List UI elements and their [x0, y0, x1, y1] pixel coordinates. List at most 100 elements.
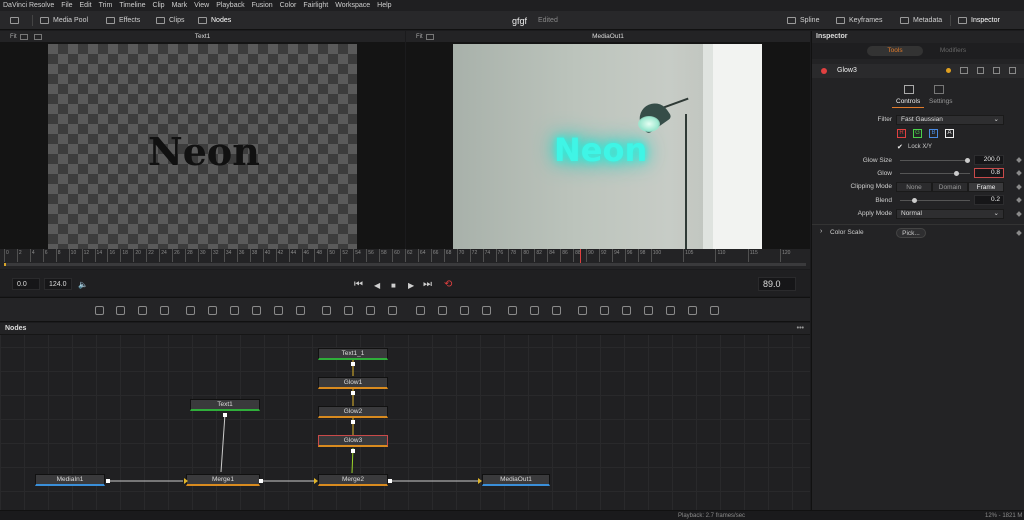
color-scale-expander[interactable]: › — [820, 228, 822, 235]
tool-icon[interactable] — [366, 306, 375, 315]
keyframe-diamond-icon[interactable] — [1016, 197, 1022, 203]
keyframe-diamond-icon[interactable] — [1016, 230, 1022, 236]
clipping-none-option[interactable]: None — [896, 182, 932, 192]
tool-icon[interactable] — [552, 306, 561, 315]
clipping-domain-option[interactable]: Domain — [932, 182, 968, 192]
keyframe-diamond-icon[interactable] — [1016, 157, 1022, 163]
tool-icon[interactable] — [600, 306, 609, 315]
node-merge1[interactable]: Merge1 — [186, 474, 260, 486]
keyframes-button[interactable]: Keyframes — [836, 15, 882, 26]
node-merge2[interactable]: Merge2 — [318, 474, 388, 486]
merge1-background-port[interactable] — [184, 478, 188, 484]
menu-item-timeline[interactable]: Timeline — [119, 2, 145, 9]
node-glow2[interactable]: Glow2 — [318, 406, 388, 418]
filter-dropdown[interactable]: Fast Gaussian ⌄ — [896, 115, 1004, 125]
menu-item-fairlight[interactable]: Fairlight — [303, 2, 328, 9]
menu-item-view[interactable]: View — [194, 2, 209, 9]
node-mediaout1[interactable]: MediaOut1 — [482, 474, 550, 486]
tool-icon[interactable] — [688, 306, 697, 315]
tool-icon[interactable] — [508, 306, 517, 315]
output-port[interactable] — [259, 479, 263, 483]
menu-item-edit[interactable]: Edit — [80, 2, 92, 9]
stop-button[interactable]: ■ — [391, 281, 396, 290]
tool-icon[interactable] — [710, 306, 719, 315]
lock-icon[interactable] — [993, 67, 1000, 74]
merge2-background-port[interactable] — [314, 478, 318, 484]
reset-icon[interactable] — [1009, 67, 1016, 74]
menu-item-color[interactable]: Color — [280, 2, 297, 9]
output-port[interactable] — [351, 391, 355, 395]
output-port[interactable] — [351, 449, 355, 453]
tool-icon[interactable] — [160, 306, 169, 315]
output-port[interactable] — [223, 413, 227, 417]
menu-item-trim[interactable]: Trim — [99, 2, 113, 9]
tool-icon[interactable] — [416, 306, 425, 315]
glow-slider[interactable] — [900, 173, 970, 174]
tool-icon[interactable] — [322, 306, 331, 315]
channel-r-toggle[interactable]: R — [897, 129, 906, 138]
glow-size-slider[interactable] — [900, 160, 970, 161]
node-glow3[interactable]: Glow3 — [318, 435, 388, 447]
channel-a-toggle[interactable]: A — [945, 129, 954, 138]
output-port[interactable] — [388, 479, 392, 483]
clipping-frame-option[interactable]: Frame — [968, 182, 1004, 192]
tool-icon[interactable] — [344, 306, 353, 315]
left-viewer[interactable]: Fit Text1 Neon — [0, 31, 405, 249]
keyframe-diamond-icon[interactable] — [1016, 184, 1022, 190]
timeline-track[interactable] — [4, 263, 806, 266]
tool-icon[interactable] — [252, 306, 261, 315]
menu-item-workspace[interactable]: Workspace — [335, 2, 370, 9]
tool-icon[interactable] — [186, 306, 195, 315]
tool-icon[interactable] — [530, 306, 539, 315]
tool-icon[interactable] — [116, 306, 125, 315]
audio-icon[interactable]: 🔈 — [78, 280, 88, 289]
tool-icon[interactable] — [438, 306, 447, 315]
blend-field[interactable]: 0.2 — [974, 195, 1004, 205]
channel-b-toggle[interactable]: B — [929, 129, 938, 138]
go-to-end-button[interactable]: ⏭ — [423, 279, 432, 290]
tool-icon[interactable] — [644, 306, 653, 315]
apply-mode-dropdown[interactable]: Normal ⌄ — [896, 209, 1004, 219]
media-pool-button[interactable]: Media Pool — [40, 15, 88, 26]
glow-size-slider-handle[interactable] — [964, 158, 970, 163]
global-end-field[interactable]: 124.0 — [44, 278, 72, 290]
menu-item-help[interactable]: Help — [377, 2, 391, 9]
tab-tools[interactable]: Tools — [867, 46, 923, 56]
global-start-field[interactable]: 0.0 — [12, 278, 40, 290]
clips-button[interactable]: Clips — [156, 15, 185, 26]
pin-icon[interactable] — [977, 67, 984, 74]
blend-slider[interactable] — [900, 200, 970, 201]
node-header-row[interactable]: Glow3 — [812, 64, 1024, 78]
go-to-start-button[interactable]: ⏮ — [354, 279, 363, 290]
timeline-ruler[interactable]: 0 2 4 6 8 10 12 14 16 18 20 22 24 26 28 30 32 34 36 38 40 42 4… — [0, 249, 810, 269]
menu-item-clip[interactable]: Clip — [153, 2, 165, 9]
tab-controls[interactable]: Controls — [896, 98, 920, 105]
tool-icon[interactable] — [138, 306, 147, 315]
keyframe-diamond-icon[interactable] — [1016, 170, 1022, 176]
output-port[interactable] — [351, 420, 355, 424]
current-time-field[interactable]: 89.0 — [758, 277, 796, 291]
enable-toggle-icon[interactable] — [821, 68, 827, 74]
node-editor[interactable]: Nodes ••• Text1_1 Glow1 Glow2 Glow3 Text… — [0, 323, 810, 510]
play-reverse-button[interactable]: ◀ — [374, 281, 380, 290]
render-range-start[interactable] — [4, 263, 6, 266]
node-text1_1[interactable]: Text1_1 — [318, 348, 388, 360]
glow-size-field[interactable]: 200.0 — [974, 155, 1004, 165]
menu-item-file[interactable]: File — [61, 2, 72, 9]
loop-icon[interactable]: ⟲ — [444, 279, 452, 290]
tool-icon[interactable] — [296, 306, 305, 315]
tool-icon[interactable] — [274, 306, 283, 315]
version-icon[interactable] — [960, 67, 968, 74]
tool-icon[interactable] — [622, 306, 631, 315]
node-mediain1[interactable]: MediaIn1 — [35, 474, 105, 486]
spline-button[interactable]: Spline — [787, 15, 819, 26]
tool-icon[interactable] — [460, 306, 469, 315]
play-forward-button[interactable]: ▶ — [408, 281, 414, 290]
right-viewer[interactable]: Fit MediaOut1 Neon — [406, 31, 810, 249]
workspace-toggle-button[interactable] — [10, 15, 23, 26]
output-port[interactable] — [106, 479, 110, 483]
lock-xy-checkbox[interactable]: ✔ — [897, 143, 903, 151]
glow-slider-handle[interactable] — [954, 171, 959, 176]
mediaout1-input-port[interactable] — [478, 478, 482, 484]
node-glow1[interactable]: Glow1 — [318, 377, 388, 389]
